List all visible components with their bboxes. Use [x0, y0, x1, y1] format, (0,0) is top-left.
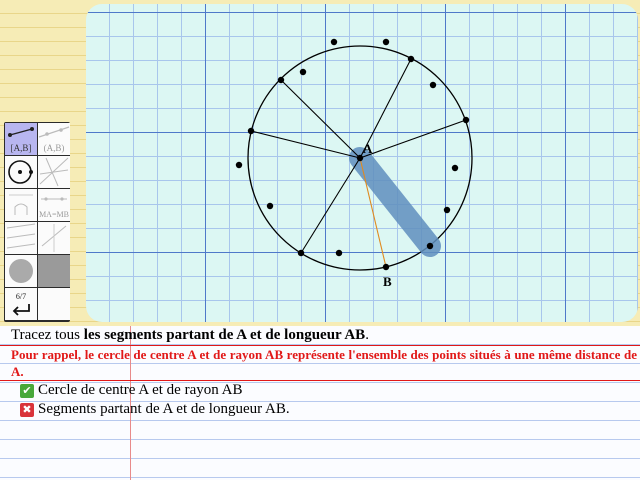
task-emphasis: les segments partant de A et de longueur…	[83, 327, 366, 343]
segment-radius[interactable]	[250, 130, 361, 159]
check-label: Cercle de centre A et de rayon AB	[38, 382, 243, 398]
point[interactable]	[297, 249, 305, 257]
point[interactable]	[235, 161, 243, 169]
circle-tool-button[interactable]	[5, 156, 37, 188]
instructions-panel: Tracez tous les segments partant de A et…	[0, 326, 640, 480]
perpendicular-tool-label: MA=MB	[39, 210, 69, 219]
point-b[interactable]	[382, 263, 390, 271]
reminder-text: Pour rappel, le cercle de centre A et de…	[11, 347, 637, 379]
perpendicular-bisector-tool-button[interactable]: MA=MB	[38, 189, 70, 221]
point[interactable]	[335, 249, 343, 257]
return-arrow-icon	[12, 303, 30, 316]
lines-tool-button[interactable]	[38, 156, 70, 188]
undo-button[interactable]: 6/7	[5, 288, 37, 320]
point-b-label: B	[383, 274, 392, 289]
segment-tool-button[interactable]: [A,B]	[5, 123, 37, 155]
point-a-label: A	[363, 141, 373, 156]
midpoint-icon	[41, 224, 67, 252]
line-tool-label: (A,B)	[43, 143, 65, 153]
tool-palette: [A,B] (A,B) MA=MB 6/7	[4, 122, 70, 322]
checkmark-icon: ✔	[20, 383, 34, 398]
point[interactable]	[407, 55, 415, 63]
angle-tool-button[interactable]	[5, 189, 37, 221]
point[interactable]	[443, 206, 451, 214]
check-label: Segments partant de A et de longueur AB.	[38, 401, 290, 417]
point[interactable]	[451, 164, 459, 172]
point[interactable]	[382, 38, 390, 46]
grey-disk-icon	[9, 259, 33, 283]
point[interactable]	[330, 38, 338, 46]
segment-radius[interactable]	[280, 79, 361, 159]
segment-radius[interactable]	[359, 119, 467, 159]
check-item-circle: ✔ Cercle de centre A et de rayon AB	[20, 382, 243, 399]
point[interactable]	[426, 242, 434, 250]
drawing-canvas[interactable]: A B	[86, 4, 638, 322]
angle-icon	[9, 194, 33, 215]
task-text: Tracez tous les segments partant de A et…	[11, 327, 369, 343]
point[interactable]	[247, 127, 255, 135]
parallel-lines-icon	[6, 223, 36, 249]
point[interactable]	[429, 81, 437, 89]
segment-radius[interactable]	[300, 157, 361, 254]
segment-tool-label: [A,B]	[10, 143, 32, 153]
reminder-bottom-rule	[0, 380, 640, 381]
color-tool-button[interactable]	[5, 255, 37, 287]
empty-tool-slot	[38, 288, 70, 320]
point[interactable]	[299, 68, 307, 76]
fill-tool-button[interactable]	[38, 255, 70, 287]
check-item-segments: ✖ Segments partant de A et de longueur A…	[20, 401, 290, 418]
intersecting-lines-icon	[39, 157, 69, 187]
point[interactable]	[277, 76, 285, 84]
point[interactable]	[462, 116, 470, 124]
point[interactable]	[266, 202, 274, 210]
circle-compass-icon	[8, 160, 33, 184]
cross-icon: ✖	[20, 402, 34, 417]
parallel-tool-button[interactable]	[5, 222, 37, 254]
page-counter: 6/7	[15, 291, 27, 301]
midpoint-tool-button[interactable]	[38, 222, 70, 254]
line-tool-button[interactable]: (A,B)	[38, 123, 70, 155]
geometry-figure[interactable]: A B	[86, 4, 638, 322]
